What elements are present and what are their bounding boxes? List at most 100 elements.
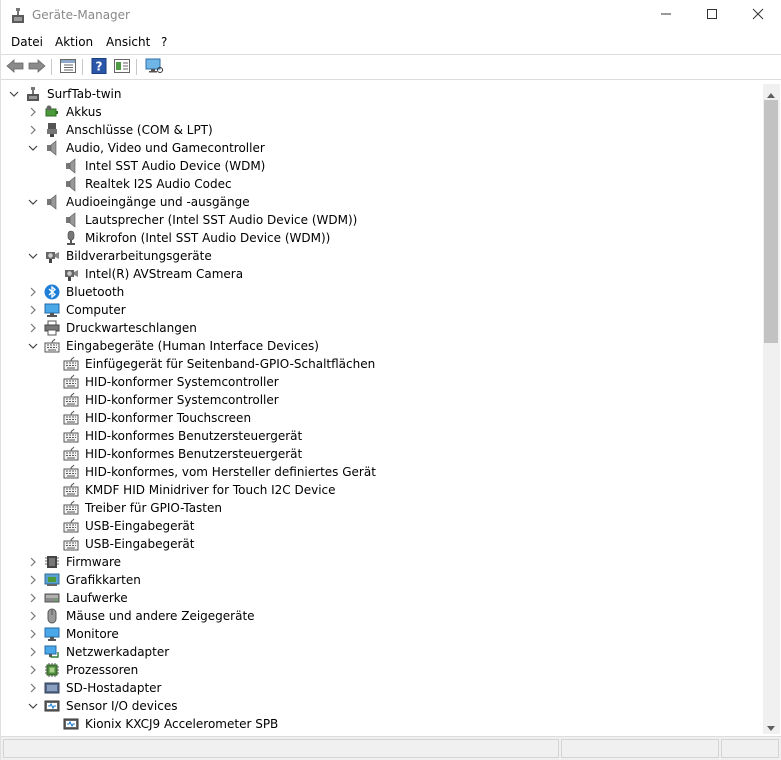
tree-device[interactable]: HID-konformes Benutzersteuergerät	[2, 427, 763, 445]
tree-category[interactable]: Bildverarbeitungsgeräte	[2, 247, 763, 265]
status-cell-main	[3, 739, 559, 758]
chevron-down-icon[interactable]	[27, 142, 39, 154]
tree-device[interactable]: USB-Eingabegerät	[2, 517, 763, 535]
chevron-down-icon[interactable]	[27, 340, 39, 352]
scan-hardware-button[interactable]	[143, 57, 165, 77]
tree-item-label: Bildverarbeitungsgeräte	[66, 249, 212, 263]
tree-device[interactable]: Mikrofon (Intel SST Audio Device (WDM))	[2, 229, 763, 247]
tree-device[interactable]: Intel(R) AVStream Camera	[2, 265, 763, 283]
tree-category[interactable]: Mäuse und andere Zeigegeräte	[2, 607, 763, 625]
speaker-icon	[44, 140, 60, 156]
tree-root[interactable]: SurfTab-twin	[2, 85, 763, 103]
chevron-right-icon[interactable]	[27, 682, 39, 694]
menu-datei[interactable]: Datei	[11, 35, 43, 49]
tree-category[interactable]: Anschlüsse (COM & LPT)	[2, 121, 763, 139]
tree-category[interactable]: Netzwerkadapter	[2, 643, 763, 661]
printer-icon	[44, 320, 60, 336]
chevron-down-icon[interactable]	[27, 250, 39, 262]
scroll-down-icon[interactable]	[766, 722, 776, 736]
microphone-icon	[63, 230, 79, 246]
hid-icon	[63, 500, 79, 516]
hid-icon	[63, 536, 79, 552]
processor-icon	[44, 662, 60, 678]
tree-category[interactable]: Audioeingänge und -ausgänge	[2, 193, 763, 211]
tree-device[interactable]: HID-konformer Systemcontroller	[2, 391, 763, 409]
tree-device[interactable]: HID-konformes Benutzersteuergerät	[2, 445, 763, 463]
device-manager-icon	[11, 8, 25, 24]
chevron-down-icon[interactable]	[27, 700, 39, 712]
tree-device[interactable]: Intel SST Audio Device (WDM)	[2, 157, 763, 175]
minimize-button[interactable]	[643, 0, 689, 31]
close-button[interactable]	[735, 0, 781, 31]
chevron-right-icon[interactable]	[27, 106, 39, 118]
hid-icon	[63, 374, 79, 390]
hid-icon	[63, 464, 79, 480]
tree-device[interactable]: Treiber für GPIO-Tasten	[2, 499, 763, 517]
window-title: Geräte-Manager	[32, 8, 130, 22]
chevron-right-icon[interactable]	[27, 574, 39, 586]
tree-category[interactable]: Grafikkarten	[2, 571, 763, 589]
tree-category[interactable]: Computer	[2, 301, 763, 319]
chevron-right-icon[interactable]	[27, 592, 39, 604]
tree-item-label: HID-konformer Systemcontroller	[85, 375, 279, 389]
chevron-right-icon[interactable]	[27, 628, 39, 640]
menu-aktion[interactable]: Aktion	[55, 35, 93, 49]
tree-device[interactable]: USB-Eingabegerät	[2, 535, 763, 553]
tree-category[interactable]: Akkus	[2, 103, 763, 121]
title-bar[interactable]: Geräte-Manager	[1, 0, 781, 31]
back-button[interactable]	[4, 57, 26, 77]
vertical-scrollbar[interactable]	[763, 84, 780, 734]
tree-item-label: Realtek I2S Audio Codec	[85, 177, 232, 191]
scrollbar-thumb[interactable]	[764, 100, 778, 343]
menu-ansicht[interactable]: Ansicht	[106, 35, 150, 49]
chevron-right-icon[interactable]	[27, 646, 39, 658]
chevron-right-icon[interactable]	[27, 556, 39, 568]
chevron-right-icon[interactable]	[27, 664, 39, 676]
tree-item-label: Einfügegerät für Seitenband-GPIO-Schaltf…	[85, 357, 376, 371]
tree-item-label: Audioeingänge und -ausgänge	[66, 195, 250, 209]
tree-item-label: Intel SST Audio Device (WDM)	[85, 159, 266, 173]
view-button[interactable]	[111, 57, 133, 77]
menu-help[interactable]: ?	[161, 35, 167, 49]
chevron-down-icon[interactable]	[8, 88, 20, 100]
maximize-button[interactable]	[689, 0, 735, 31]
chevron-right-icon[interactable]	[27, 124, 39, 136]
tree-device[interactable]: HID-konformes, vom Hersteller definierte…	[2, 463, 763, 481]
help-button[interactable]: ?	[88, 57, 110, 77]
tree-category[interactable]: Prozessoren	[2, 661, 763, 679]
chevron-down-icon[interactable]	[27, 196, 39, 208]
tree-item-label: Monitore	[66, 627, 119, 641]
tree-category[interactable]: Monitore	[2, 625, 763, 643]
tree-category[interactable]: Firmware	[2, 553, 763, 571]
tree-category[interactable]: Sensor I/O devices	[2, 697, 763, 715]
chevron-right-icon[interactable]	[27, 286, 39, 298]
device-manager-window: Geräte-Manager Datei Aktion Ansicht ? ? …	[0, 0, 781, 760]
tree-device[interactable]: HID-konformer Touchscreen	[2, 409, 763, 427]
forward-button[interactable]	[26, 57, 48, 77]
chevron-right-icon[interactable]	[27, 322, 39, 334]
tree-device[interactable]: Kionix KXCJ9 Accelerometer SPB	[2, 715, 763, 733]
tree-category[interactable]: Eingabegeräte (Human Interface Devices)	[2, 337, 763, 355]
chevron-right-icon[interactable]	[27, 610, 39, 622]
tree-category[interactable]: Laufwerke	[2, 589, 763, 607]
tree-device[interactable]: Einfügegerät für Seitenband-GPIO-Schaltf…	[2, 355, 763, 373]
tree-item-label: Audio, Video und Gamecontroller	[66, 141, 265, 155]
tree-item-label: Grafikkarten	[66, 573, 141, 587]
tree-category[interactable]: Druckwarteschlangen	[2, 319, 763, 337]
tree-device[interactable]: KMDF HID Minidriver for Touch I2C Device	[2, 481, 763, 499]
tree-device[interactable]: Realtek I2S Audio Codec	[2, 175, 763, 193]
tree-device[interactable]: HID-konformer Systemcontroller	[2, 373, 763, 391]
tree-category[interactable]: SD-Hostadapter	[2, 679, 763, 697]
device-tree[interactable]: SurfTab-twin Akkus Anschlüsse (COM & LPT)…	[2, 84, 763, 734]
maximize-icon	[706, 8, 718, 23]
tree-device[interactable]: Lautsprecher (Intel SST Audio Device (WD…	[2, 211, 763, 229]
tree-item-label: HID-konformes, vom Hersteller definierte…	[85, 465, 376, 479]
tree-item-label: Akkus	[66, 105, 102, 119]
chevron-right-icon[interactable]	[27, 304, 39, 316]
hid-icon	[63, 410, 79, 426]
tree-item-label: SD-Hostadapter	[66, 681, 162, 695]
tree-category[interactable]: Audio, Video und Gamecontroller	[2, 139, 763, 157]
bluetooth-icon	[44, 284, 60, 300]
properties-button[interactable]	[57, 57, 79, 77]
tree-category[interactable]: Bluetooth	[2, 283, 763, 301]
